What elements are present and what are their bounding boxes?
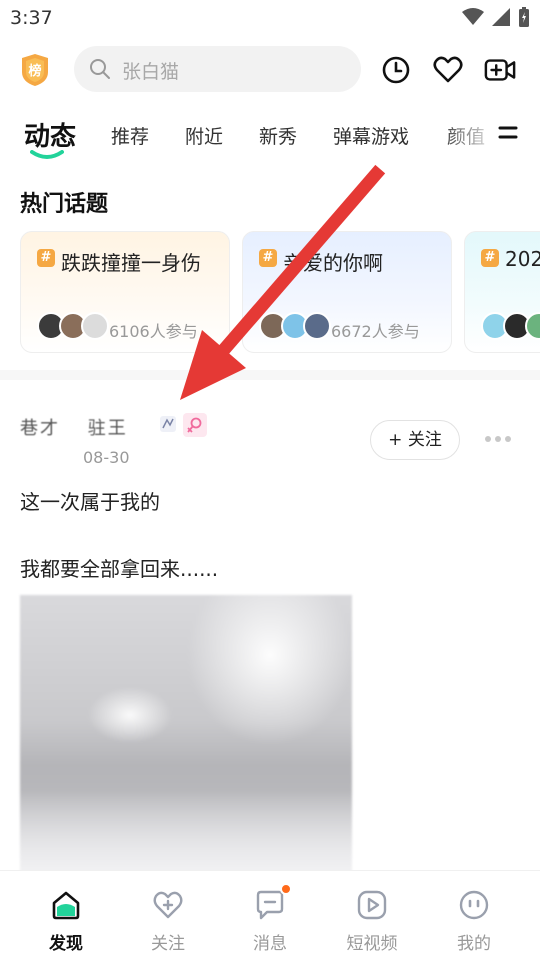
tab-fujin[interactable]: 附近	[185, 122, 223, 149]
hashtag-icon: #	[259, 249, 277, 267]
top-header: 榜 张白猫	[0, 44, 540, 94]
topic-card[interactable]: # 亲爱的你啊 6672人参与	[242, 231, 452, 353]
avatar	[525, 312, 540, 340]
menu-icon	[498, 126, 518, 139]
nav-label: 发现	[49, 934, 83, 954]
profile-icon	[459, 890, 489, 920]
follow-button[interactable]: + 关注	[370, 420, 460, 460]
rank-label: 榜	[28, 63, 41, 79]
post-text-line: 我都要全部拿回来......	[20, 557, 219, 581]
nav-profile[interactable]: 我的	[434, 871, 514, 960]
active-tab-indicator	[30, 150, 64, 159]
nav-follow[interactable]: 关注	[128, 871, 208, 960]
nav-label: 短视频	[346, 934, 398, 954]
tab-menu-button[interactable]	[496, 122, 528, 150]
topic-card[interactable]: # 202	[464, 231, 540, 353]
topic-title: 亲爱的你啊	[283, 251, 383, 275]
more-options-icon[interactable]	[484, 434, 512, 444]
home-icon	[52, 891, 80, 920]
hot-topics-title: 热门话题	[20, 192, 109, 217]
tab-tuijian[interactable]: 推荐	[111, 122, 149, 149]
post-image[interactable]	[20, 595, 352, 875]
post-date: 08-30	[83, 448, 130, 467]
tab-dongtai[interactable]: 动态	[24, 116, 76, 153]
female-icon	[187, 417, 202, 433]
topic-title: 跌跌撞撞一身伤	[61, 251, 201, 275]
category-tabs: 动态 推荐 附近 新秀 弹幕游戏 颜值	[0, 110, 540, 162]
start-live-camera-icon[interactable]	[484, 54, 516, 86]
avatar	[303, 312, 331, 340]
topic-title: 202	[505, 247, 540, 271]
history-clock-icon[interactable]	[380, 54, 412, 86]
section-divider	[0, 370, 540, 380]
female-gender-badge	[183, 413, 207, 437]
search-icon	[90, 59, 110, 79]
signal-icon	[492, 8, 510, 26]
bottom-navigation: 发现 关注 消息 短视频 我的	[0, 870, 540, 960]
tab-danmu-youxi[interactable]: 弹幕游戏	[333, 122, 409, 149]
play-icon	[357, 890, 387, 920]
avatar	[81, 312, 109, 340]
post-image-fade	[20, 765, 352, 875]
nav-label: 我的	[457, 934, 491, 954]
message-icon	[256, 890, 284, 920]
heart-plus-icon	[153, 891, 183, 919]
nav-label: 关注	[151, 934, 185, 954]
search-placeholder: 张白猫	[122, 61, 180, 83]
participant-count: 6106人参与	[109, 322, 198, 341]
topic-card[interactable]: # 跌跌撞撞一身伤 6106人参与	[20, 231, 230, 353]
favorite-heart-icon[interactable]	[432, 54, 464, 86]
rank-shield-icon: 榜	[22, 54, 48, 86]
status-bar: 3:37	[0, 0, 540, 36]
status-icons	[462, 7, 530, 27]
post-author-name[interactable]: 巷才 驻王	[20, 414, 128, 440]
search-input[interactable]: 张白猫	[74, 46, 361, 92]
hashtag-icon: #	[481, 249, 499, 267]
nav-short-video[interactable]: 短视频	[332, 871, 412, 960]
level-badge-icon	[160, 416, 176, 432]
nav-label: 消息	[253, 934, 287, 954]
post-text-line: 这一次属于我的	[20, 490, 160, 514]
wifi-icon	[462, 8, 484, 25]
status-time: 3:37	[10, 7, 53, 29]
hashtag-icon: #	[37, 249, 55, 267]
tab-xinxiu[interactable]: 新秀	[259, 122, 297, 149]
rank-badge-button[interactable]: 榜	[20, 54, 50, 86]
notification-dot	[280, 883, 292, 895]
participant-count: 6672人参与	[331, 322, 420, 341]
battery-icon	[519, 7, 529, 27]
nav-messages[interactable]: 消息	[230, 871, 310, 960]
nav-discover[interactable]: 发现	[26, 871, 106, 960]
tab-fade	[440, 110, 500, 162]
